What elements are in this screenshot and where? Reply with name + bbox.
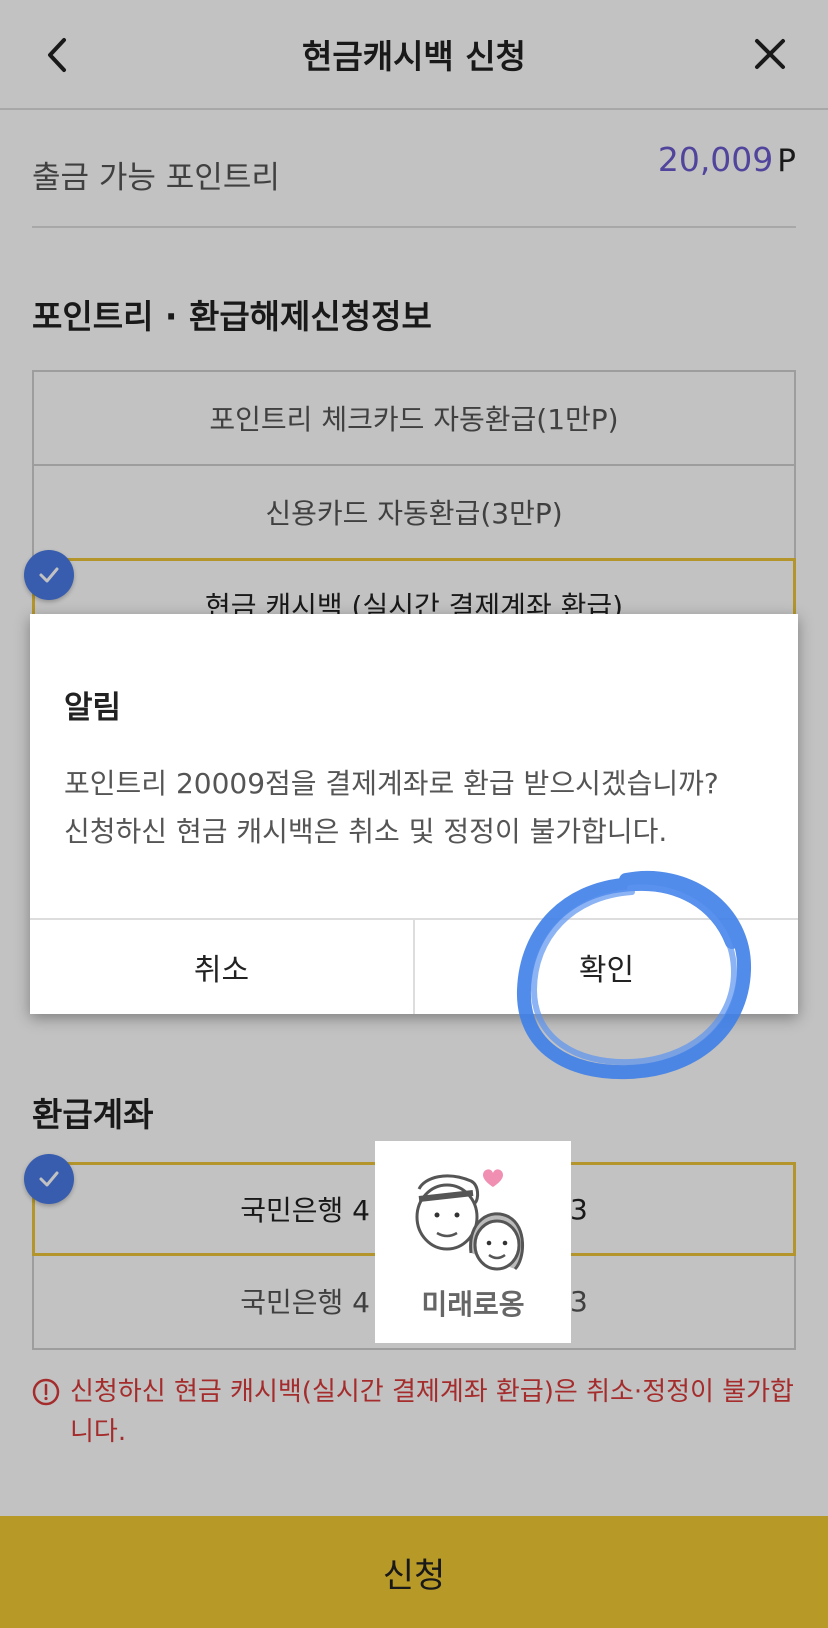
dialog-title: 알림: [64, 690, 122, 726]
sticker-image: 미래로옹: [375, 1141, 571, 1343]
sticker-text: 미래로옹: [421, 1288, 525, 1321]
dialog-buttons: 취소 확인: [30, 918, 798, 1014]
dialog-message-line: 포인트리 20009점을 결제계좌로 환급 받으시겠습니까?: [64, 767, 719, 800]
couple-illustration-icon: [415, 1169, 525, 1271]
cancel-button[interactable]: 취소: [30, 920, 413, 1014]
confirm-button[interactable]: 확인: [413, 920, 798, 1014]
dialog-message: 포인트리 20009점을 결제계좌로 환급 받으시겠습니까? 신청하신 현금 캐…: [64, 760, 784, 856]
dialog-message-line: 신청하신 현금 캐시백은 취소 및 정정이 불가합니다.: [64, 815, 668, 848]
alert-dialog: 알림 포인트리 20009점을 결제계좌로 환급 받으시겠습니까? 신청하신 현…: [30, 614, 798, 1014]
